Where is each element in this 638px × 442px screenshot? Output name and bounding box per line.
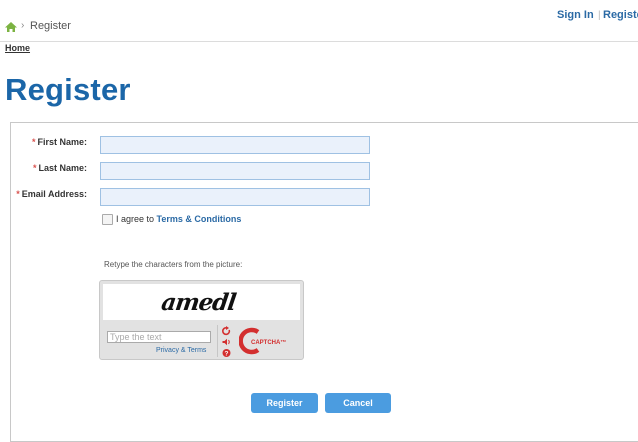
help-icon[interactable]: ? <box>222 349 231 357</box>
svg-text:?: ? <box>225 350 229 357</box>
breadcrumb-separator-icon: › <box>21 20 25 31</box>
register-header-link[interactable]: Register <box>603 9 638 21</box>
agree-label: I agree to Terms & Conditions <box>116 214 242 224</box>
sign-in-link[interactable]: Sign In <box>557 9 594 21</box>
agree-checkbox[interactable] <box>102 214 113 225</box>
email-address-label: * Email Address: <box>16 189 87 199</box>
required-mark: * <box>31 137 36 147</box>
header-divider: | <box>598 10 601 21</box>
privacy-terms-link[interactable]: Privacy & Terms <box>156 347 206 354</box>
breadcrumb-current: Register <box>30 20 71 32</box>
cancel-button[interactable]: Cancel <box>325 393 391 413</box>
home-icon[interactable] <box>4 21 18 33</box>
required-mark: * <box>16 189 20 199</box>
captcha-image: amedl <box>103 284 300 320</box>
last-name-label: * Last Name: <box>32 163 87 173</box>
email-address-field[interactable] <box>100 188 370 206</box>
last-name-field[interactable] <box>100 162 370 180</box>
first-name-label: * First Name: <box>31 137 87 147</box>
terms-conditions-link[interactable]: Terms & Conditions <box>157 214 242 224</box>
refresh-icon[interactable] <box>221 326 231 336</box>
captcha-logo-text: CAPTCHA™ <box>251 339 286 346</box>
captcha-challenge-text: amedl <box>160 289 239 316</box>
top-bar <box>0 0 638 42</box>
register-button[interactable]: Register <box>251 393 318 413</box>
captcha-controls: ? <box>221 326 231 357</box>
page-title: Register <box>5 72 131 107</box>
recaptcha-logo: CAPTCHA™ <box>239 327 286 355</box>
captcha-challenge-image: amedl <box>160 289 239 316</box>
required-mark: * <box>32 163 37 173</box>
first-name-field[interactable] <box>100 136 370 154</box>
captcha-instruction: Retype the characters from the picture: <box>104 260 243 269</box>
captcha-input[interactable] <box>107 331 211 343</box>
home-link[interactable]: Home <box>5 43 30 53</box>
audio-icon[interactable] <box>222 338 230 346</box>
captcha-widget: amedl Privacy & Terms ? CAPTCHA™ <box>99 280 304 360</box>
captcha-divider <box>217 325 218 357</box>
